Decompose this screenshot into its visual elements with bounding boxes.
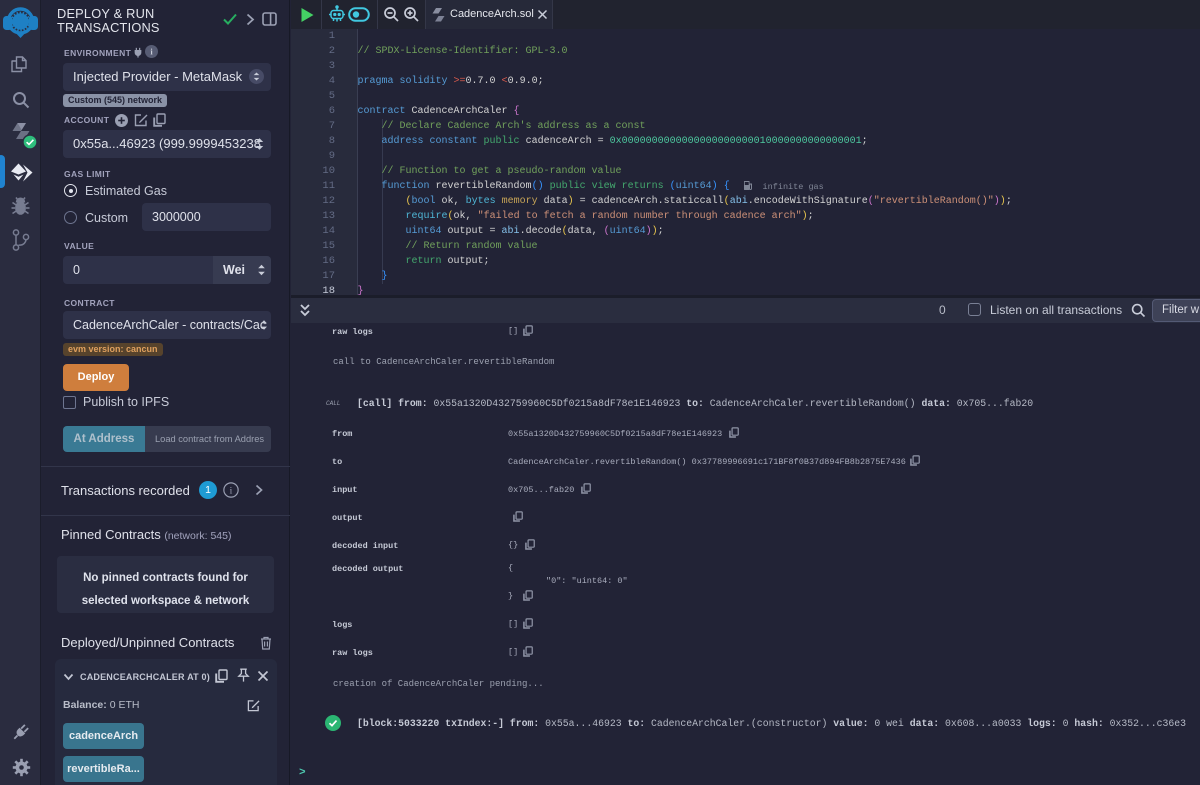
svg-text:i: i: [230, 486, 233, 497]
